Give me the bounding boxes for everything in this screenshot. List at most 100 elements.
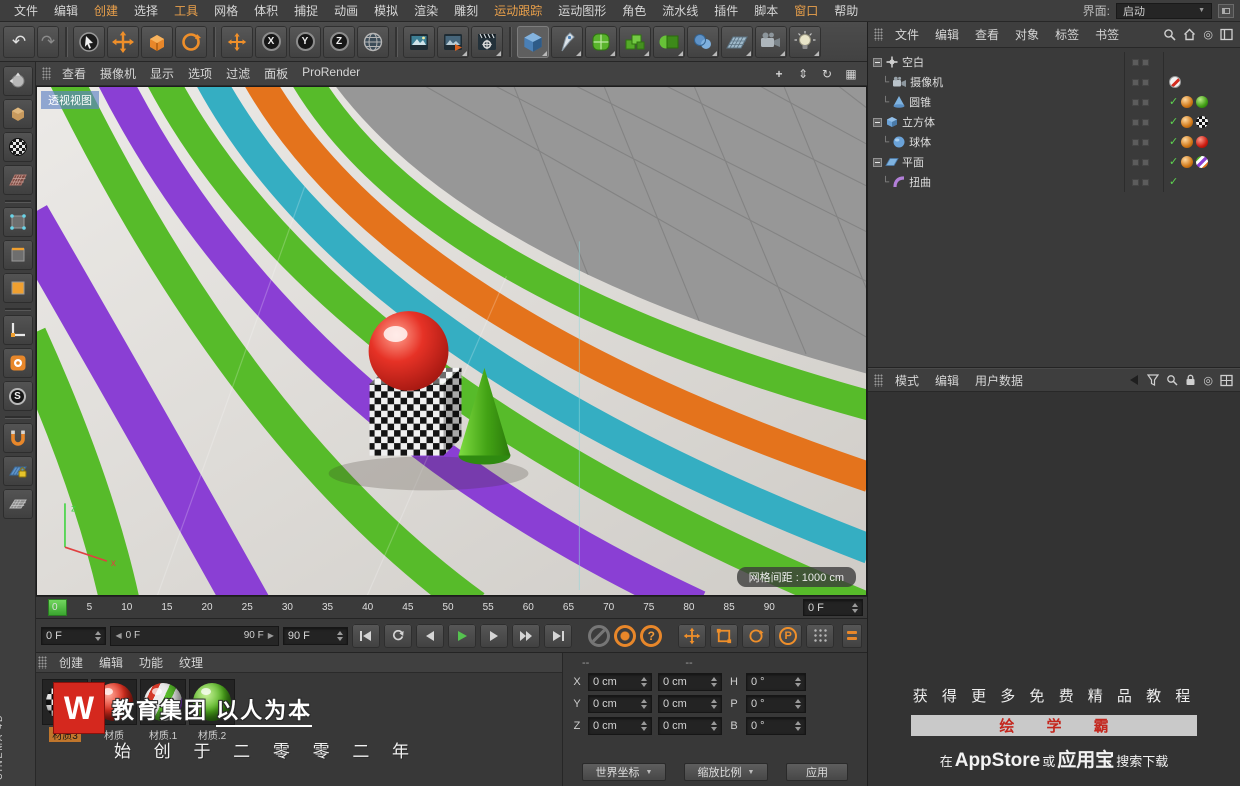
collapse-icon[interactable] bbox=[873, 57, 882, 67]
object-row[interactable]: └ 扭曲 ✓ bbox=[868, 172, 1240, 192]
lock-icon[interactable] bbox=[1185, 374, 1196, 386]
visibility-dot[interactable] bbox=[1142, 78, 1149, 86]
history-back-icon[interactable] bbox=[1128, 374, 1140, 386]
material-tag-icon[interactable] bbox=[1196, 156, 1209, 168]
play-loop-button[interactable] bbox=[384, 623, 413, 648]
size-field[interactable]: 0 cm bbox=[658, 717, 722, 735]
object-row[interactable]: 平面 ✓ bbox=[868, 152, 1240, 172]
size-header[interactable]: -- bbox=[685, 657, 692, 669]
end-frame-stepper[interactable] bbox=[333, 630, 344, 641]
menubar-item[interactable]: 雕刻 bbox=[446, 2, 486, 19]
redo-button[interactable]: ↷ bbox=[37, 25, 59, 58]
render-view-button[interactable] bbox=[403, 25, 435, 58]
y-axis-lock-button[interactable]: Y bbox=[289, 25, 321, 58]
visibility-dot[interactable] bbox=[1132, 98, 1139, 106]
panel-drag-handle[interactable] bbox=[874, 373, 883, 387]
move-tool-button[interactable] bbox=[107, 25, 139, 58]
home-icon[interactable] bbox=[1183, 28, 1196, 41]
visibility-dot[interactable] bbox=[1132, 158, 1139, 166]
current-frame-box[interactable]: 0 F bbox=[803, 599, 863, 616]
snap-toggle-button[interactable] bbox=[2, 348, 33, 378]
quantize-settings-button[interactable]: S bbox=[2, 381, 33, 411]
polygons-mode-button[interactable] bbox=[2, 273, 33, 303]
rotation-field[interactable]: 0 ° bbox=[746, 717, 806, 735]
timeline-ruler[interactable]: 0 5 10 15 20 25 30 35 40 45 50 55 60 65 70 75 80 85 90 0 F bbox=[36, 596, 867, 618]
material-tag-icon[interactable] bbox=[1196, 136, 1209, 148]
menubar-item[interactable]: 网格 bbox=[206, 2, 246, 19]
scale-tool-button[interactable] bbox=[141, 25, 173, 58]
render-settings-button[interactable] bbox=[471, 25, 503, 58]
object-manager-menu-item[interactable]: 文件 bbox=[887, 26, 927, 43]
viewport-menu-item[interactable]: 摄像机 bbox=[93, 65, 143, 82]
material-menu-item[interactable]: 功能 bbox=[131, 654, 171, 671]
key-position-button[interactable] bbox=[678, 623, 707, 648]
material-menu-item[interactable]: 创建 bbox=[51, 654, 91, 671]
visibility-dot[interactable] bbox=[1132, 138, 1139, 146]
object-row[interactable]: └ 球体 ✓ bbox=[868, 132, 1240, 152]
menubar-item[interactable]: 工具 bbox=[166, 2, 206, 19]
panel-layout-icon[interactable] bbox=[1220, 374, 1233, 387]
interactive-workplane-button[interactable] bbox=[2, 489, 33, 519]
add-array-generator-button[interactable] bbox=[619, 25, 651, 58]
model-mode-button[interactable] bbox=[2, 99, 33, 129]
play-button[interactable] bbox=[448, 623, 477, 648]
x-axis-lock-button[interactable]: X bbox=[255, 25, 287, 58]
texture-mode-button[interactable] bbox=[2, 132, 33, 162]
apply-button[interactable]: 应用 bbox=[786, 763, 848, 781]
goto-end-button[interactable] bbox=[544, 623, 573, 648]
add-floor-button[interactable] bbox=[721, 25, 753, 58]
visibility-dot[interactable] bbox=[1142, 178, 1149, 186]
protection-tag-icon[interactable] bbox=[1169, 76, 1181, 88]
enabled-check-icon[interactable]: ✓ bbox=[1169, 116, 1178, 128]
position-header[interactable]: -- bbox=[582, 657, 589, 669]
object-manager-menu-item[interactable]: 对象 bbox=[1007, 26, 1047, 43]
next-frame-button[interactable] bbox=[480, 623, 509, 648]
frame-stepper[interactable] bbox=[848, 602, 858, 613]
menubar-item[interactable]: 运动跟踪 bbox=[486, 2, 550, 19]
enabled-check-icon[interactable]: ✓ bbox=[1169, 156, 1178, 168]
viewport-menu-item[interactable]: 显示 bbox=[143, 65, 181, 82]
menubar-item[interactable]: 窗口 bbox=[786, 2, 826, 19]
rotate-view-icon[interactable]: ↻ bbox=[819, 68, 835, 80]
position-field[interactable]: 0 cm bbox=[588, 717, 652, 735]
target-icon[interactable]: ◎ bbox=[1203, 28, 1213, 41]
viewport-menu-item[interactable]: 选项 bbox=[181, 65, 219, 82]
material-item[interactable]: 材质 bbox=[91, 679, 137, 742]
object-manager-menu-item[interactable]: 查看 bbox=[967, 26, 1007, 43]
material-tag-icon[interactable] bbox=[1196, 116, 1209, 128]
phong-tag-icon[interactable] bbox=[1181, 116, 1194, 128]
material-item[interactable]: 材质.1 bbox=[140, 679, 186, 742]
viewport-menu-item[interactable]: 过滤 bbox=[219, 65, 257, 82]
menubar-item[interactable]: 动画 bbox=[326, 2, 366, 19]
workplane-lock-button[interactable] bbox=[2, 456, 33, 486]
menubar-item[interactable]: 创建 bbox=[86, 2, 126, 19]
rotation-field[interactable]: 0 ° bbox=[746, 695, 806, 713]
edges-mode-button[interactable] bbox=[2, 240, 33, 270]
layout-switch-button[interactable] bbox=[1218, 3, 1234, 18]
object-manager-menu-item[interactable]: 书签 bbox=[1087, 26, 1127, 43]
menubar-item[interactable]: 模拟 bbox=[366, 2, 406, 19]
object-row[interactable]: └ 摄像机 bbox=[868, 72, 1240, 92]
target-icon[interactable]: ◎ bbox=[1203, 374, 1213, 387]
panel-drag-handle[interactable] bbox=[42, 67, 51, 80]
attribute-manager-menu-item[interactable]: 编辑 bbox=[927, 372, 967, 389]
timeline-options-button[interactable] bbox=[842, 623, 862, 648]
panel-drag-handle[interactable] bbox=[874, 28, 883, 41]
material-menu-item[interactable]: 编辑 bbox=[91, 654, 131, 671]
menubar-item[interactable]: 文件 bbox=[6, 2, 46, 19]
viewport-menu-item[interactable]: 面板 bbox=[257, 65, 295, 82]
search-icon[interactable] bbox=[1163, 28, 1176, 41]
enabled-check-icon[interactable]: ✓ bbox=[1169, 96, 1178, 108]
scale-mode-dropdown[interactable]: 缩放比例 ▼ bbox=[684, 763, 768, 781]
visibility-dot[interactable] bbox=[1132, 178, 1139, 186]
perspective-viewport[interactable]: z x 透视视图 网格间距 : 1000 cm bbox=[36, 86, 867, 596]
panel-drag-handle[interactable] bbox=[38, 656, 47, 669]
menubar-item[interactable]: 编辑 bbox=[46, 2, 86, 19]
menubar-item[interactable]: 角色 bbox=[614, 2, 654, 19]
record-keyframe-button[interactable] bbox=[614, 624, 637, 647]
autokey-off-button[interactable] bbox=[588, 624, 611, 647]
menubar-item[interactable]: 渲染 bbox=[406, 2, 446, 19]
search-icon[interactable] bbox=[1166, 374, 1178, 386]
coordinate-system-dropdown[interactable]: 世界坐标 ▼ bbox=[582, 763, 666, 781]
menubar-item[interactable]: 插件 bbox=[706, 2, 746, 19]
